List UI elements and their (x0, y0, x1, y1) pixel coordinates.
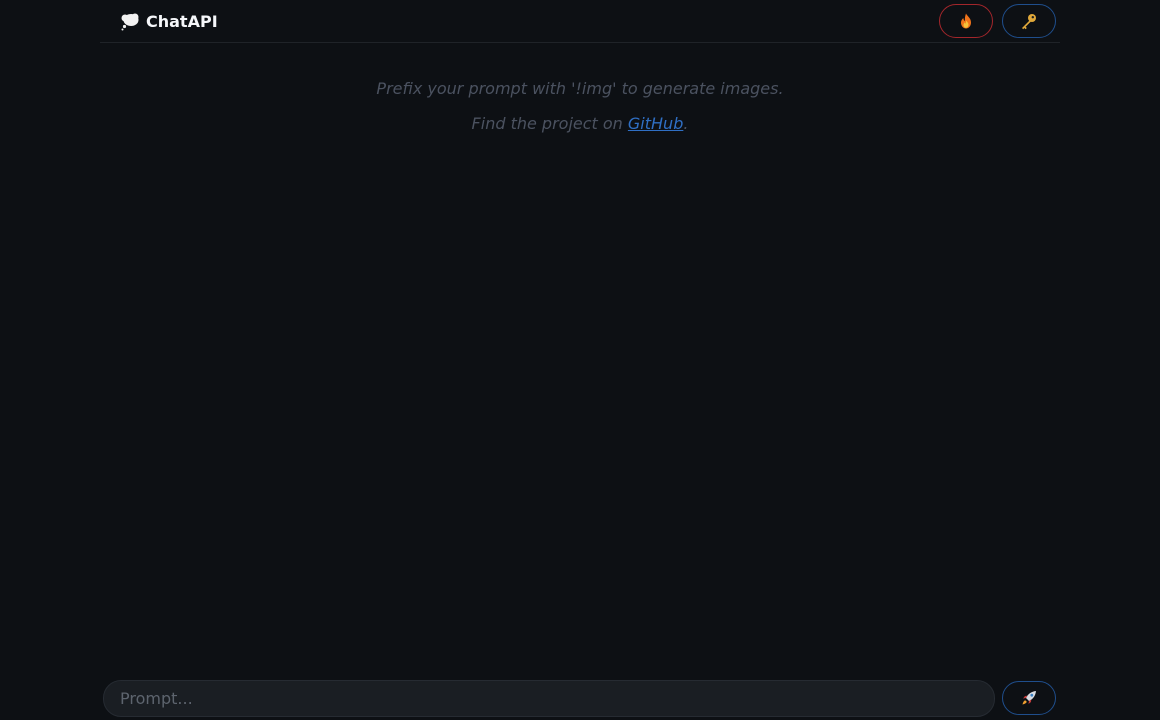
key-icon (1020, 12, 1038, 30)
rocket-icon (1020, 689, 1038, 707)
composer (103, 680, 1056, 717)
intro-message: Prefix your prompt with '!img' to genera… (0, 78, 1160, 148)
chat-app: ChatAPI Prefix your prompt with '!img' t… (0, 0, 1160, 720)
header-actions (939, 4, 1056, 38)
api-key-button[interactable] (1002, 4, 1056, 38)
github-line-prefix: Find the project on (471, 114, 628, 133)
thought-bubble-icon (120, 11, 140, 31)
send-button[interactable] (1002, 681, 1056, 715)
brand-name: ChatAPI (146, 11, 218, 31)
github-link[interactable]: GitHub (628, 114, 683, 133)
header-bar: ChatAPI (100, 0, 1060, 43)
fire-icon (957, 12, 975, 30)
github-line-suffix: . (683, 114, 689, 133)
brand: ChatAPI (120, 10, 218, 32)
clear-button[interactable] (939, 4, 993, 38)
intro-github-line: Find the project on GitHub. (0, 113, 1160, 135)
prompt-input[interactable] (103, 680, 995, 717)
intro-hint: Prefix your prompt with '!img' to genera… (376, 79, 784, 98)
